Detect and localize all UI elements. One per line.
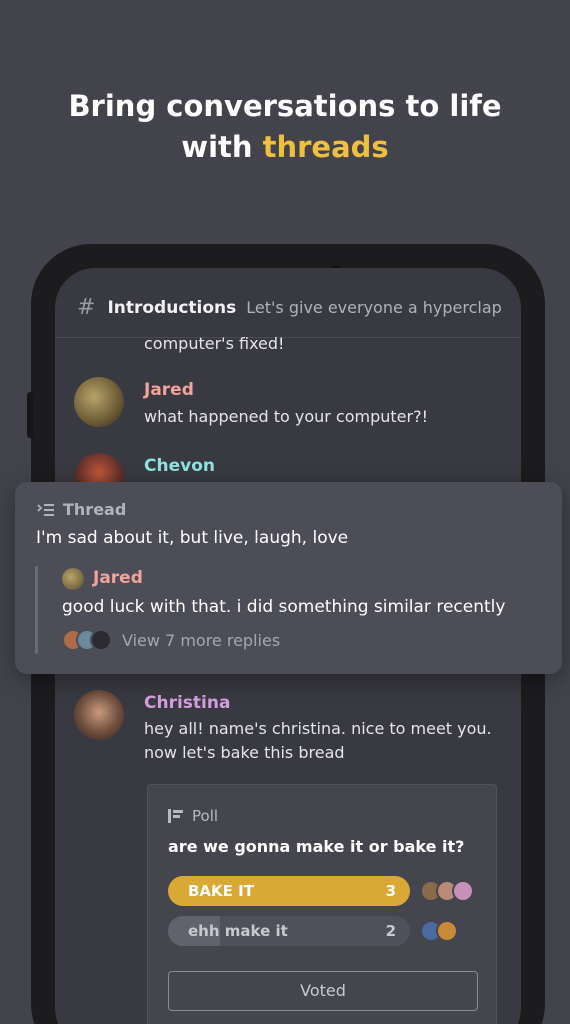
reply-text: good luck with that. i did something sim… bbox=[62, 597, 506, 617]
thread-label: Thread bbox=[37, 500, 126, 519]
hash-icon: # bbox=[77, 295, 96, 320]
poll-question: are we gonna make it or bake it? bbox=[168, 837, 465, 856]
avatar[interactable] bbox=[74, 690, 124, 740]
poll-option-count: 3 bbox=[385, 882, 396, 900]
poll-option-count: 2 bbox=[385, 922, 396, 940]
thread-message: I'm sad about it, but live, laugh, love bbox=[36, 528, 349, 548]
channel-name: Introductions bbox=[107, 297, 237, 318]
reply-username[interactable]: Jared bbox=[93, 568, 143, 588]
username[interactable]: Chevon bbox=[144, 456, 215, 476]
headline-highlight: threads bbox=[262, 130, 389, 164]
poll-voters[interactable] bbox=[420, 880, 474, 902]
poll-option-label: ehh make it bbox=[188, 922, 288, 940]
username[interactable]: Jared bbox=[144, 380, 194, 400]
poll-option-label: BAKE IT bbox=[188, 882, 254, 900]
reply-quote-bar bbox=[35, 566, 38, 654]
message-text-line-1: hey all! name's christina. nice to meet … bbox=[144, 719, 492, 738]
avatar[interactable] bbox=[62, 568, 84, 590]
message-text: what happened to your computer?! bbox=[144, 407, 428, 426]
username[interactable]: Christina bbox=[144, 693, 230, 713]
voter-avatar bbox=[436, 920, 458, 942]
view-more-replies[interactable]: View 7 more replies bbox=[62, 629, 280, 651]
headline-prefix: with bbox=[181, 130, 263, 164]
view-more-replies-text: View 7 more replies bbox=[122, 630, 281, 650]
poll-option-make-it[interactable]: ehh make it 2 bbox=[168, 916, 410, 946]
poll-label: Poll bbox=[168, 807, 218, 825]
phone-side-button bbox=[27, 392, 33, 438]
reply-avatar bbox=[90, 629, 112, 651]
headline: Bring conversations to life with threads bbox=[0, 86, 570, 168]
message-partial: computer's fixed! bbox=[144, 334, 285, 353]
voted-button[interactable]: Voted bbox=[168, 971, 478, 1011]
message-text-line-2: now let's bake this bread bbox=[144, 743, 345, 762]
voter-avatar bbox=[452, 880, 474, 902]
poll-card: Poll are we gonna make it or bake it? BA… bbox=[147, 784, 497, 1024]
thread-card[interactable]: Thread I'm sad about it, but live, laugh… bbox=[15, 482, 562, 674]
poll-option-bake-it[interactable]: BAKE IT 3 bbox=[168, 876, 410, 906]
channel-topic: Let's give everyone a hyperclap bbox=[246, 298, 502, 317]
channel-header[interactable]: # Introductions Let's give everyone a hy… bbox=[55, 268, 521, 338]
headline-line-1: Bring conversations to life bbox=[68, 89, 502, 123]
thread-label-text: Thread bbox=[63, 500, 127, 519]
avatar[interactable] bbox=[74, 377, 124, 427]
poll-icon bbox=[168, 809, 183, 823]
thread-icon bbox=[37, 503, 54, 516]
headline-line-2: with threads bbox=[0, 127, 570, 168]
poll-voters[interactable] bbox=[420, 920, 458, 942]
poll-label-text: Poll bbox=[192, 807, 219, 825]
